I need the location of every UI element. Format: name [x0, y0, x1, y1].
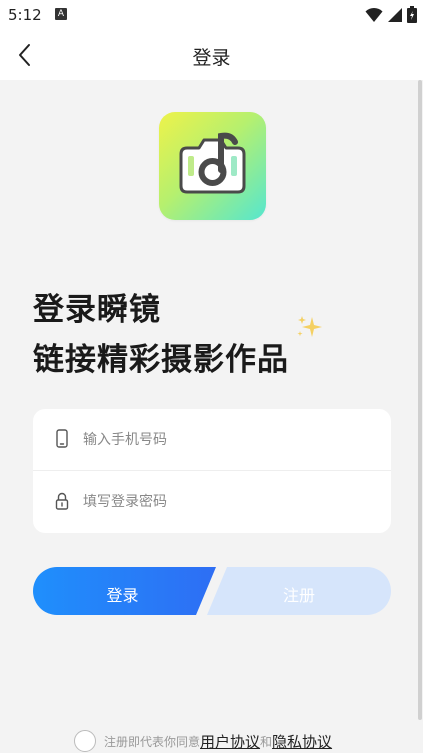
login-form	[33, 409, 391, 533]
agreement-checkbox[interactable]	[74, 730, 96, 752]
register-button[interactable]: 注册	[207, 567, 391, 615]
agreement-row: 注册即代表你同意 用户协议 和 隐私协议	[74, 729, 332, 753]
user-agreement-link[interactable]: 用户协议	[200, 731, 260, 752]
nav-bar: 登录	[0, 30, 423, 80]
phone-input[interactable]	[81, 422, 375, 458]
lock-icon	[55, 492, 69, 510]
signal-icon	[388, 7, 402, 22]
notification-badge: A	[55, 8, 67, 20]
battery-icon	[407, 6, 417, 23]
scrollbar[interactable]	[418, 80, 422, 720]
sparkle-icon	[297, 316, 322, 337]
app-logo	[159, 112, 266, 220]
privacy-policy-link[interactable]: 隐私协议	[272, 731, 332, 752]
login-button[interactable]: 登录	[33, 567, 216, 615]
status-bar: 5:12 A	[0, 0, 423, 30]
wifi-icon	[365, 7, 383, 22]
camera-music-note-icon	[179, 132, 246, 194]
agreement-and: 和	[260, 734, 273, 749]
agreement-prefix: 注册即代表你同意	[104, 734, 201, 749]
headline-line1: 登录瞬镜	[33, 292, 161, 328]
login-button-label: 登录	[106, 586, 139, 605]
status-icons	[365, 6, 417, 23]
phone-icon	[56, 429, 68, 448]
headline-line2: 链接精彩摄影作品	[33, 342, 289, 378]
page-title: 登录	[192, 47, 231, 69]
phone-field	[33, 409, 391, 471]
password-input[interactable]	[81, 484, 375, 520]
password-field	[33, 471, 391, 533]
register-button-label: 注册	[282, 586, 315, 605]
status-time: 5:12	[8, 6, 42, 24]
